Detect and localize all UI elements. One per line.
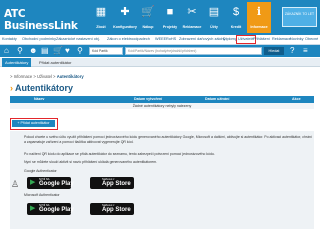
menu-item[interactable]: Obecné bbox=[305, 36, 318, 43]
app-store-badge[interactable]: Stáhnout z App Store bbox=[90, 203, 134, 215]
info-icon: ℹ bbox=[256, 6, 262, 18]
menu-item[interactable]: Novinky bbox=[290, 36, 304, 43]
calculator-icon: ▤ bbox=[208, 6, 220, 18]
search-input[interactable]: Kód/Partik/Název (bohatý/nejdražší/přidr… bbox=[125, 47, 262, 55]
info-paragraph: Po načtení QR kódu do aplikace se přidá … bbox=[24, 152, 215, 156]
empty-table-message: Žádné autentikátory nebyly nalezeny bbox=[10, 103, 314, 109]
play-icon: ▶ bbox=[30, 205, 36, 212]
heart-icon[interactable]: ♥ bbox=[65, 46, 70, 56]
folder-icon: ■ bbox=[166, 6, 174, 18]
chevron-right-icon: › bbox=[10, 83, 13, 93]
add-authenticator-button[interactable]: + Přidat autentikátor bbox=[12, 120, 55, 127]
menu-item[interactable]: Zákaznické nastavení obj. bbox=[56, 36, 100, 43]
google-play-badge[interactable]: ▶ NYNÍ NA Google Play bbox=[27, 177, 74, 189]
app-logo[interactable]: ATC BusinessLink bbox=[4, 8, 84, 32]
nav-konfiguratory[interactable]: ✚ Konfigurátory bbox=[113, 2, 137, 33]
secondary-menu: Kontakty Obchodní podmínky Zákaznické na… bbox=[0, 35, 320, 45]
tab-bar: Autentikátory Přidat autentikátor bbox=[0, 58, 320, 67]
wrench-icon: ✂ bbox=[187, 6, 197, 18]
person-icon: ♙ bbox=[11, 179, 20, 189]
puzzle-icon: ✚ bbox=[120, 6, 130, 18]
page-title: › Autentikátory bbox=[10, 83, 74, 93]
tab-pridat-autentikator[interactable]: Přidat autentikátor bbox=[36, 58, 74, 67]
coin-icon: $ bbox=[232, 6, 240, 18]
menu-item[interactable]: Reklamace bbox=[272, 36, 291, 43]
app-store-badge[interactable]: Stáhnout z App Store bbox=[90, 177, 134, 189]
menu-item[interactable]: Zákon o elektroodpadech bbox=[107, 36, 150, 43]
calculator-icon[interactable]: ▤ bbox=[41, 46, 49, 56]
toolbar: ⌂ ⚲ ☻ ▤ 🛒 ♥ ⚲ Kód Partik Kód/Partik/Náze… bbox=[0, 45, 320, 57]
nav-projekty[interactable]: ■ Projekty bbox=[159, 2, 181, 33]
menu-icon[interactable]: ≡ bbox=[303, 46, 308, 56]
menu-item[interactable]: Diplomy bbox=[223, 36, 237, 43]
play-icon: ▶ bbox=[30, 179, 36, 186]
cart-icon: 🛒 bbox=[141, 6, 155, 18]
top-header: ATC BusinessLink ▦ Zboží ✚ Konfigurátory… bbox=[0, 0, 320, 35]
menu-item[interactable]: Přihlášení bbox=[253, 36, 270, 43]
info-paragraph: Nyní se můžete slouží aktivit si navíc p… bbox=[24, 160, 158, 164]
search-icon[interactable]: ⚲ bbox=[17, 46, 23, 56]
microsoft-authenticator-heading: Microsoft Authenticator bbox=[24, 193, 60, 197]
grid-icon: ▦ bbox=[95, 6, 107, 18]
search-icon[interactable]: ⚲ bbox=[77, 46, 83, 56]
home-icon[interactable]: ⌂ bbox=[4, 46, 9, 56]
menu-item[interactable]: Zobrazení daňových zálohy bbox=[179, 36, 225, 43]
user-icon[interactable]: ☻ bbox=[29, 46, 37, 56]
help-icon[interactable]: ? bbox=[290, 46, 294, 56]
search-type-select[interactable]: Kód Partik bbox=[89, 47, 123, 55]
menu-item[interactable]: Kontakty bbox=[2, 36, 17, 43]
menu-item[interactable]: RoHS bbox=[166, 36, 176, 43]
google-authenticator-heading: Google Authenticator bbox=[24, 169, 57, 173]
nav-informace[interactable]: ℹ Informace bbox=[247, 2, 271, 33]
customer-order-box[interactable]: ZÁKAZNÍK TO LET bbox=[282, 7, 317, 27]
menu-item[interactable]: WEEE bbox=[155, 36, 166, 43]
tab-autentikatory[interactable]: Autentikátory bbox=[2, 58, 32, 67]
info-paragraph: Pokud chcete u svého účtu využít přihláš… bbox=[24, 135, 312, 144]
nav-reklamace[interactable]: ✂ Reklamace bbox=[181, 2, 203, 33]
table-header: Název Datum vytvoření Datum užívání Akce bbox=[10, 96, 314, 103]
info-panel: ♙ Pokud chcete u svého účtu využít přihl… bbox=[10, 131, 314, 229]
cart-icon[interactable]: 🛒 bbox=[53, 46, 63, 56]
add-button-highlight: + Přidat autentikátor bbox=[10, 118, 58, 130]
breadcrumb: > Informace > Uživatel > Autentikátory bbox=[10, 74, 84, 79]
nav-kredit[interactable]: $ Kredit bbox=[225, 2, 247, 33]
nav-ucty[interactable]: ▤ Účty bbox=[203, 2, 225, 33]
nav-zbozi[interactable]: ▦ Zboží bbox=[89, 2, 113, 33]
search-button[interactable]: Hledat bbox=[264, 47, 284, 55]
google-play-badge[interactable]: ▶ NYNÍ NA Google Play bbox=[27, 203, 74, 215]
menu-item[interactable]: Obchodní podmínky bbox=[22, 36, 56, 43]
nav-nakup[interactable]: 🛒 Nákup bbox=[137, 2, 159, 33]
